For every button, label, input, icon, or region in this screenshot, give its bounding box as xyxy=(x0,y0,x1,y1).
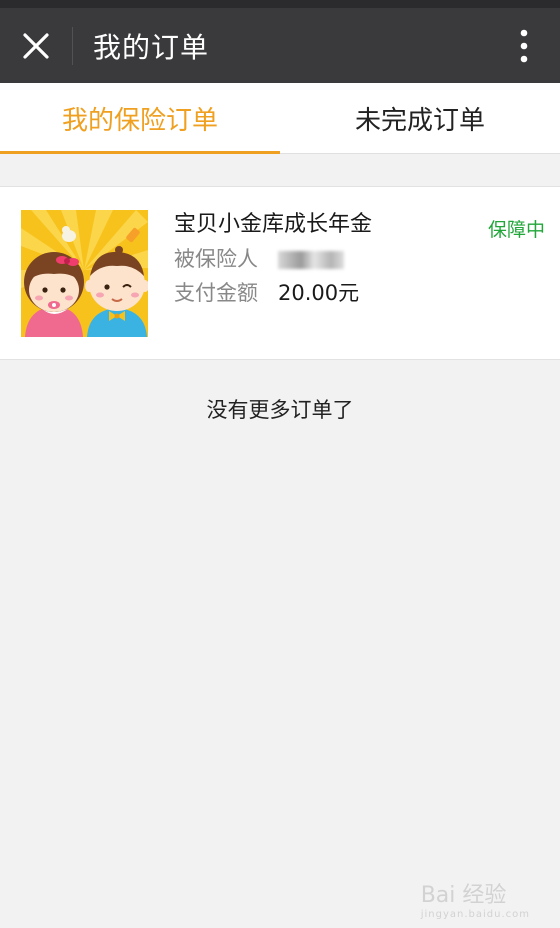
nav-divider xyxy=(72,26,73,65)
nav-bar: 我的订单 xyxy=(0,8,560,83)
close-icon xyxy=(23,32,49,59)
insured-label: 被保险人 xyxy=(174,247,258,271)
tab-insurance-orders[interactable]: 我的保险订单 xyxy=(0,83,280,154)
status-badge: 保障中 xyxy=(487,219,545,241)
close-button[interactable] xyxy=(0,8,72,83)
no-more-orders-text: 没有更多订单了 xyxy=(206,398,354,422)
amount-label: 支付金额 xyxy=(174,281,258,305)
watermark-brand: Bai 经验 xyxy=(420,883,507,908)
tab-incomplete-orders[interactable]: 未完成订单 xyxy=(280,83,560,153)
more-vertical-icon xyxy=(520,29,528,62)
amount-value: 20.00元 xyxy=(278,281,360,305)
status-strip xyxy=(0,0,560,8)
order-list: 宝贝小金库成长年金 被保险人 支付金额 20.00元 保障中 xyxy=(0,186,560,360)
order-info: 宝贝小金库成长年金 被保险人 支付金额 20.00元 xyxy=(174,209,372,309)
page-title: 我的订单 xyxy=(93,30,210,64)
amount-row: 支付金额 20.00元 xyxy=(174,277,372,309)
more-menu-button[interactable] xyxy=(506,8,542,83)
order-tabs: 我的保险订单 未完成订单 xyxy=(0,83,560,154)
masked-name-blur xyxy=(278,251,344,269)
product-name: 宝贝小金库成长年金 xyxy=(174,212,373,237)
watermark-url: jingyan.baidu.com xyxy=(420,909,530,920)
insured-row: 被保险人 xyxy=(174,243,372,275)
insured-value xyxy=(278,243,344,275)
cartoon-babies-image xyxy=(21,210,148,337)
order-card[interactable]: 宝贝小金库成长年金 被保险人 支付金额 20.00元 保障中 xyxy=(0,187,560,359)
baidu-watermark: Bai 经验 jingyan.baidu.com xyxy=(421,877,530,920)
